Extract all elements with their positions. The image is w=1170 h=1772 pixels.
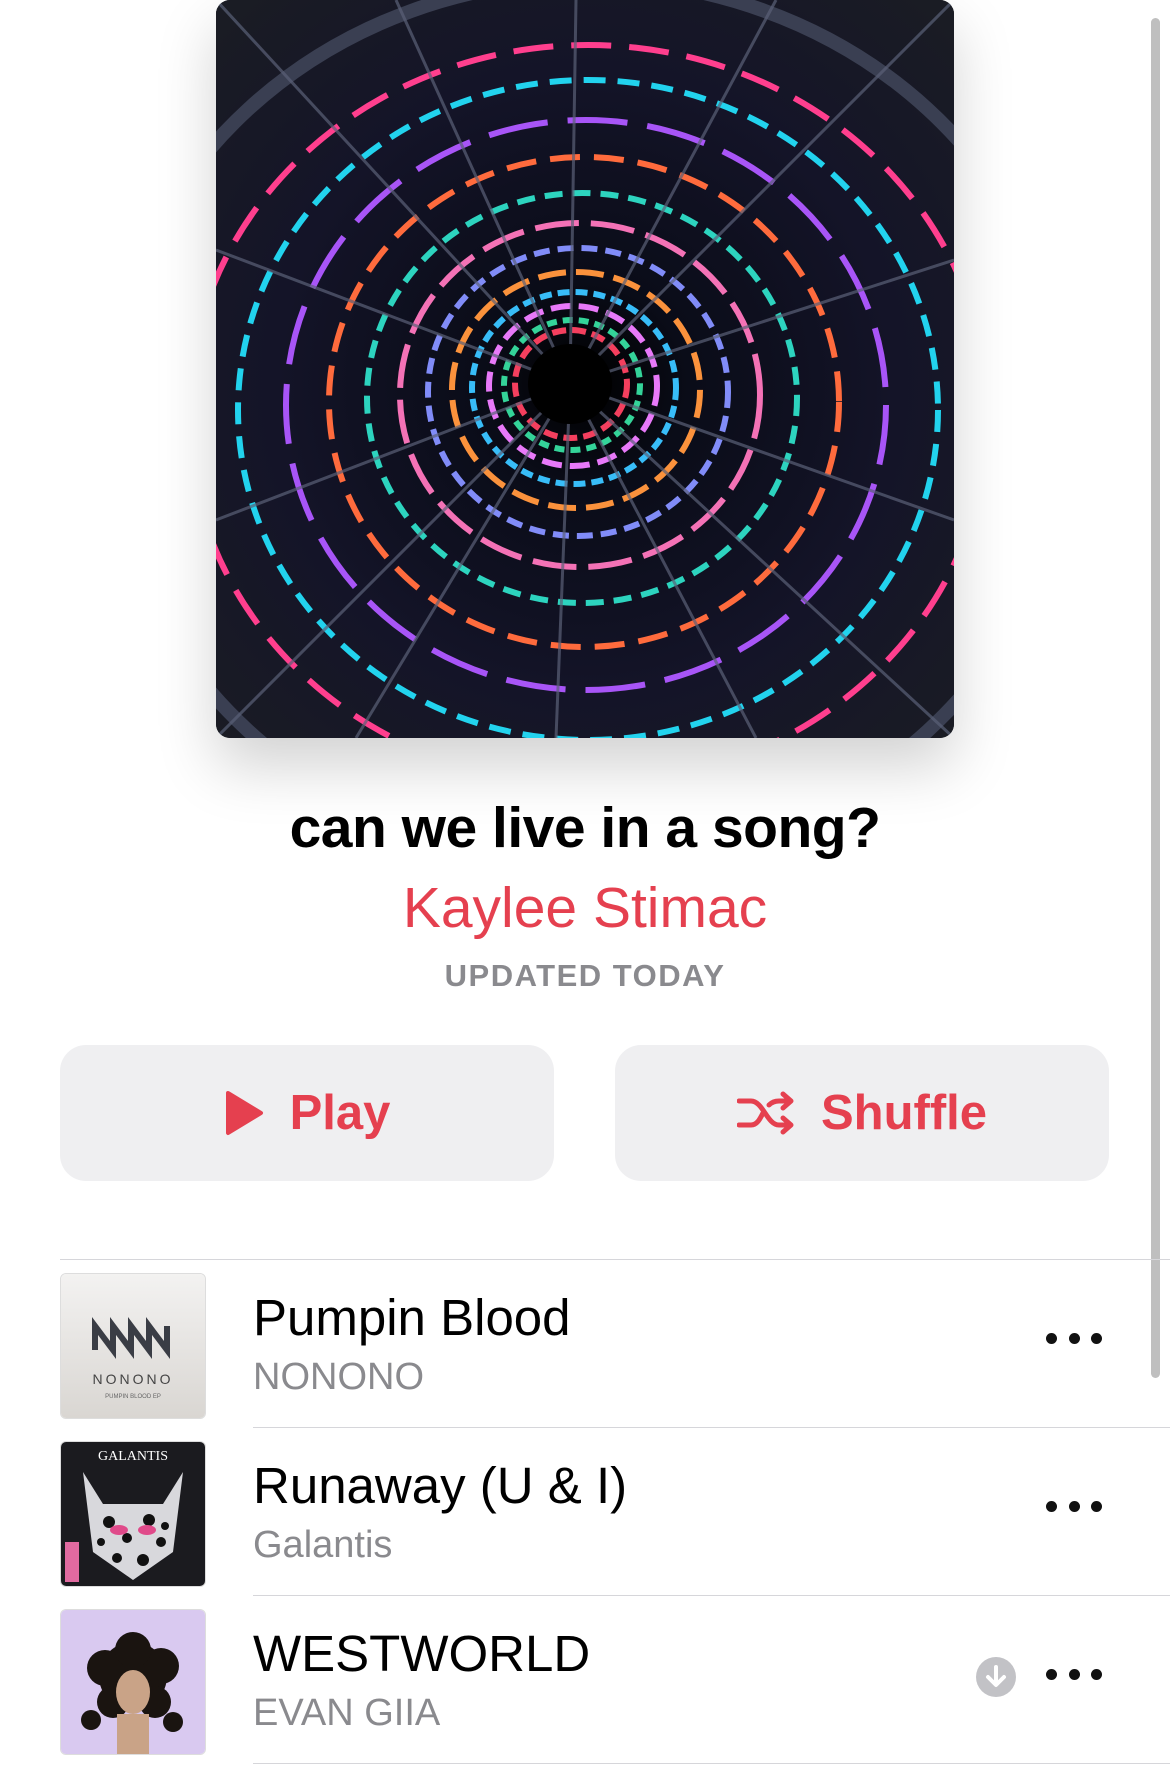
row-divider (253, 1763, 1170, 1764)
more-icon[interactable] (1046, 1328, 1102, 1348)
more-icon[interactable] (1046, 1664, 1102, 1684)
playlist-curator-link[interactable]: Kaylee Stimac (0, 875, 1170, 941)
shuffle-icon (736, 1091, 794, 1135)
play-icon (225, 1091, 263, 1135)
track-title: WESTWORLD (253, 1625, 591, 1682)
track-cover (60, 1609, 206, 1755)
track-artist: EVAN GIIA (253, 1692, 441, 1734)
cover-title-text: NONONO (93, 1371, 174, 1387)
track-artist: Galantis (253, 1524, 393, 1566)
track-row[interactable]: WESTWORLD EVAN GIIA (0, 1596, 1170, 1764)
download-icon[interactable] (976, 1657, 1016, 1697)
track-title: Pumpin Blood (253, 1289, 571, 1346)
track-title: Runaway (U & I) (253, 1457, 628, 1514)
playlist-title: can we live in a song? (289, 796, 881, 860)
play-label: Play (289, 1086, 391, 1140)
track-row[interactable]: GALANTIS Runaway (U & I) Galantis (0, 1428, 1170, 1596)
track-artist: NONONO (253, 1356, 424, 1398)
track-cover: NONONO PUMPIN BLOOD EP (60, 1273, 206, 1419)
cover-subtitle-text: PUMPIN BLOOD EP (105, 1394, 161, 1400)
track-cover: GALANTIS (60, 1441, 206, 1587)
playlist-artwork (216, 0, 954, 738)
play-button[interactable]: Play (60, 1045, 554, 1181)
track-row[interactable]: NONONO PUMPIN BLOOD EP Pumpin Blood NONO… (0, 1260, 1170, 1428)
shuffle-label: Shuffle (820, 1086, 988, 1140)
shuffle-button[interactable]: Shuffle (615, 1045, 1109, 1181)
playlist-updated-label: UPDATED TODAY (444, 958, 726, 993)
scrollbar[interactable] (1151, 18, 1160, 1378)
cover-title-text: GALANTIS (98, 1449, 168, 1464)
more-icon[interactable] (1046, 1496, 1102, 1516)
